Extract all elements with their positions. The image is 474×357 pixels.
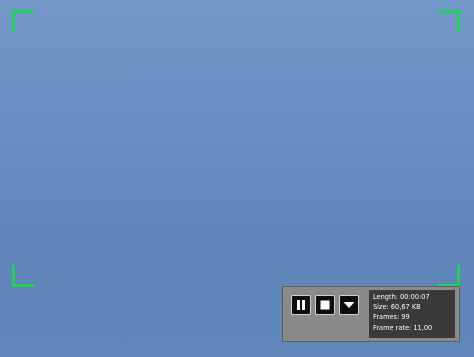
recording-toolbar: Length: 00:00:07 Size: 60,67 KB Frames: … bbox=[282, 286, 460, 342]
pause-icon bbox=[297, 300, 305, 310]
recording-info-panel: Length: 00:00:07 Size: 60,67 KB Frames: … bbox=[369, 290, 455, 338]
capture-corner-top-left[interactable] bbox=[12, 10, 34, 32]
stop-button[interactable] bbox=[315, 295, 335, 315]
recording-length: Length: 00:00:07 bbox=[373, 293, 430, 301]
recording-frames: Frames: 99 bbox=[373, 313, 410, 322]
capture-corner-bottom-right[interactable] bbox=[438, 265, 460, 287]
capture-corner-top-right[interactable] bbox=[438, 10, 460, 32]
dropdown-arrow-icon bbox=[343, 302, 355, 308]
pause-button[interactable] bbox=[291, 295, 311, 315]
recording-size: Size: 60,67 KB bbox=[373, 303, 421, 312]
stop-icon bbox=[320, 300, 330, 310]
options-dropdown-button[interactable] bbox=[339, 295, 359, 315]
capture-corner-bottom-left[interactable] bbox=[12, 265, 34, 287]
recording-frame-rate: Frame rate: 11,00 bbox=[373, 323, 433, 332]
